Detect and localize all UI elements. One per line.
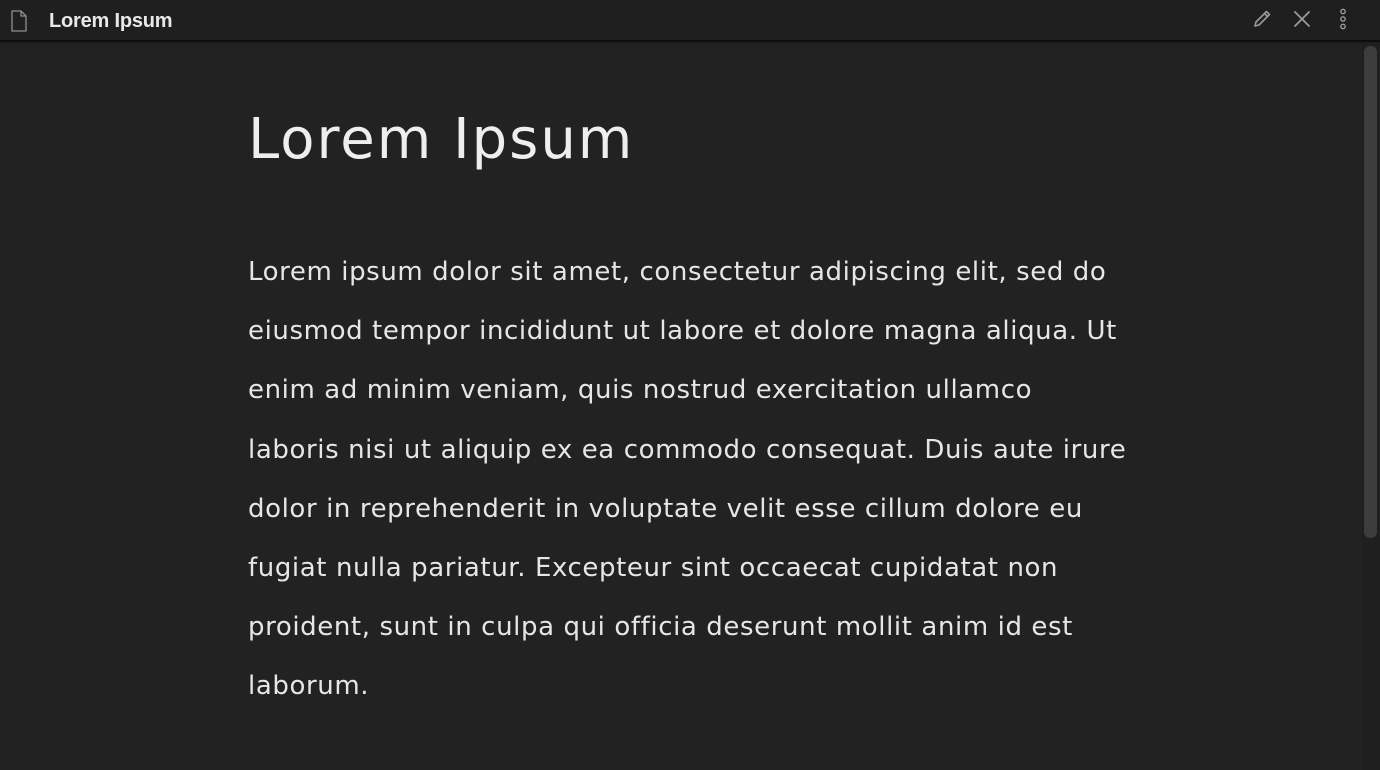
document-view: Lorem Ipsum Lorem ipsum dolor sit amet, … [0, 44, 1362, 770]
close-button[interactable] [1289, 8, 1315, 34]
more-options-button[interactable] [1330, 8, 1356, 34]
scrollbar-thumb[interactable] [1364, 46, 1377, 538]
close-icon [1291, 8, 1313, 35]
pencil-icon [1251, 8, 1273, 35]
window-title: Lorem Ipsum [49, 10, 173, 32]
document-body: Lorem ipsum dolor sit amet, consectetur … [248, 257, 1127, 702]
note-viewer-window: Lorem Ipsum Lorem Ipsum Lorem ipsum dolo… [0, 0, 1380, 770]
document-heading: Lorem Ipsum [248, 107, 635, 172]
more-vertical-icon [1338, 8, 1348, 35]
edit-button[interactable] [1249, 8, 1275, 34]
title-bar: Lorem Ipsum [0, 0, 1380, 42]
document-icon [10, 10, 28, 32]
